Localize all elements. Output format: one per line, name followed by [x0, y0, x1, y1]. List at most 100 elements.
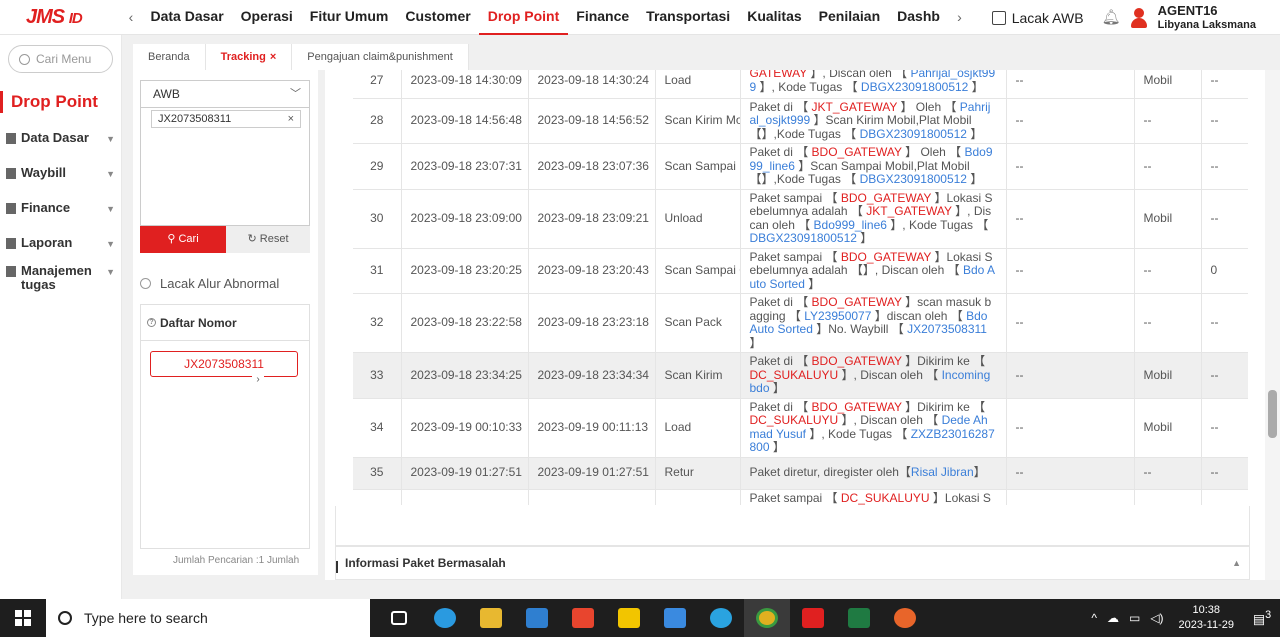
keterangan-text: 】, Kode Tugas 【 [886, 217, 989, 232]
volume-icon[interactable]: ◁) [1150, 611, 1163, 625]
location-link[interactable]: DC_SUKALUYU [841, 491, 930, 505]
clock[interactable]: 10:38 2023-11-29 [1179, 603, 1234, 633]
awb-input-area[interactable]: JX2073508311 × [140, 108, 310, 226]
chevron-up-icon[interactable]: ^ [1091, 611, 1097, 625]
tab-pengajuan-claim[interactable]: Pengajuan claim&punishment [292, 44, 469, 70]
operator-link[interactable]: Bdo999_line6 [814, 218, 887, 232]
tab-beranda[interactable]: Beranda [133, 44, 206, 70]
caret-down-icon: ▼ [106, 239, 115, 249]
operator-link[interactable]: DBGX23091800512 [750, 231, 857, 245]
topnav-transportasi[interactable]: Transportasi [638, 0, 739, 35]
operator-link[interactable]: DBGX23091800512 [860, 172, 967, 186]
bell-icon[interactable]: 🔔︎ [1102, 9, 1121, 26]
cari-button[interactable]: ⚲ Cari [140, 226, 226, 253]
user-info[interactable]: AGENT16 Libyana Laksmana [1158, 3, 1256, 33]
firefox-icon[interactable] [882, 599, 928, 637]
edge-icon[interactable] [422, 599, 468, 637]
scrollbar-thumb[interactable] [1268, 390, 1277, 438]
nav-scroll-right-icon[interactable]: › [948, 9, 970, 25]
location-link[interactable]: JKT_GATEWAY [812, 100, 898, 114]
sidebar-item-data-dasar[interactable]: Data Dasar ▼ [0, 131, 121, 145]
radio-button[interactable] [140, 278, 151, 289]
topnav-data-dasar[interactable]: Data Dasar [142, 0, 232, 35]
cell-scan-time: 2023-09-18 23:09:00 [401, 189, 529, 249]
collapse-panel-icon[interactable]: › [252, 368, 264, 392]
anydesk-icon[interactable] [560, 599, 606, 637]
tracking-main: 27 2023-09-18 14:30:09 2023-09-18 14:30:24… [325, 70, 1265, 580]
avatar[interactable] [1130, 7, 1148, 28]
location-link[interactable]: BDO_GATEWAY [841, 191, 931, 205]
location-link[interactable]: BDO_GATEWAY [841, 250, 931, 264]
topnav-finance[interactable]: Finance [568, 0, 638, 35]
location-link[interactable]: DC_SUKALUYU [750, 368, 839, 382]
cell-keterangan: Paket diretur, diregister oleh【Risal Jib… [740, 457, 1007, 490]
daftar-nomor-item[interactable]: JX2073508311 [150, 351, 298, 377]
help-icon[interactable]: ? [147, 318, 156, 327]
excel-icon[interactable] [836, 599, 882, 637]
operator-link[interactable]: Risal Jibran [911, 465, 974, 480]
report-icon [6, 238, 16, 249]
reset-button[interactable]: ↻ Reset [226, 226, 310, 253]
cell-upload-time: 2023-09-18 23:34:34 [528, 352, 656, 399]
daftar-title: Daftar Nomor [160, 315, 237, 330]
location-link[interactable]: DC_SUKALUYU [750, 413, 839, 427]
tracking-table-wrap: 27 2023-09-18 14:30:09 2023-09-18 14:30:24… [353, 70, 1248, 505]
close-icon[interactable]: × [270, 51, 276, 63]
cell-no: 29 [353, 143, 402, 190]
keterangan-text: Paket di 【 [749, 99, 812, 114]
operator-link[interactable]: DBGX23091800512 [860, 127, 967, 141]
user-id: AGENT16 [1157, 2, 1218, 18]
location-link[interactable]: BDO_GATEWAY [812, 354, 902, 368]
sidebar-item-laporan[interactable]: Laporan ▼ [0, 236, 121, 250]
telegram-icon[interactable] [698, 599, 744, 637]
notification-icon[interactable]: ▤3 [1244, 609, 1280, 627]
abnormal-radio[interactable]: Lacak Alur Abnormal [140, 276, 279, 291]
close-icon[interactable]: × [288, 111, 294, 127]
page-scrollbar[interactable] [1265, 70, 1280, 580]
network-icon[interactable]: ▭ [1129, 611, 1140, 625]
location-link[interactable]: BDO_GATEWAY [812, 295, 902, 309]
vpn-icon[interactable] [652, 599, 698, 637]
file-explorer-icon[interactable] [468, 599, 514, 637]
operator-link[interactable]: DBGX23091800512 [861, 80, 968, 94]
task-view-icon[interactable] [376, 599, 422, 637]
sidebar-item-finance[interactable]: Finance ▼ [0, 201, 121, 215]
topnav-fitur-umum[interactable]: Fitur Umum [301, 0, 397, 35]
topnav-operasi[interactable]: Operasi [232, 0, 301, 35]
taskbar-search-placeholder: Type here to search [84, 610, 208, 626]
awb-chip-label: JX2073508311 [158, 113, 232, 125]
nav-scroll-left-icon[interactable]: ‹ [120, 9, 142, 25]
table-row: 28 2023-09-18 14:56:48 2023-09-18 14:56:52… [353, 98, 1248, 144]
sidebar-section-title: Drop Point [0, 91, 121, 113]
reset-label: Reset [259, 233, 289, 245]
sidebar-item-waybill[interactable]: Waybill ▼ [0, 166, 121, 180]
topnav-dashboard[interactable]: Dashb [889, 0, 949, 35]
location-link[interactable]: BDO_GATEWAY [812, 145, 902, 159]
menu-search-input[interactable]: Cari Menu [8, 45, 113, 73]
location-link[interactable]: BDO_GATEWAY [812, 400, 902, 414]
location-link[interactable]: JKT_GATEWAY [866, 204, 952, 218]
sticky-notes-icon[interactable] [606, 599, 652, 637]
operator-link[interactable]: JX2073508311 [907, 322, 987, 336]
jnt-app-icon[interactable] [790, 599, 836, 637]
onedrive-icon[interactable]: ☁ [1107, 611, 1119, 625]
store-icon[interactable] [514, 599, 560, 637]
sidebar-item-manajemen-tugas[interactable]: Manajemen tugas ▼ [0, 264, 121, 292]
topnav-customer[interactable]: Customer [397, 0, 479, 35]
operator-link[interactable]: LY23950077 [804, 309, 871, 323]
topnav-penilaian[interactable]: Penilaian [810, 0, 888, 35]
chrome-icon[interactable] [744, 599, 790, 637]
windows-start-icon[interactable] [0, 599, 46, 637]
location-link[interactable]: GATEWAY [750, 70, 808, 80]
cell-scan-type: Scan Kirim Mobil [655, 98, 741, 144]
lacak-awb-button[interactable]: Lacak AWB [991, 10, 1084, 26]
topnav-drop-point[interactable]: Drop Point [479, 0, 568, 35]
keterangan-text: 】No. Waybill 【 [812, 322, 908, 336]
topnav-kualitas[interactable]: Kualitas [739, 0, 810, 35]
taskbar-search-input[interactable]: Type here to search [46, 599, 370, 637]
tab-tracking[interactable]: Tracking × [205, 44, 293, 70]
jms-logo[interactable]: JMS ID [0, 6, 120, 29]
search-type-select[interactable]: AWB ﹀ [140, 80, 310, 108]
informasi-paket-bermasalah[interactable]: Informasi Paket Bermasalah ▲ [335, 546, 1250, 580]
location-link[interactable]: BDO_GATEWAY [866, 504, 956, 505]
